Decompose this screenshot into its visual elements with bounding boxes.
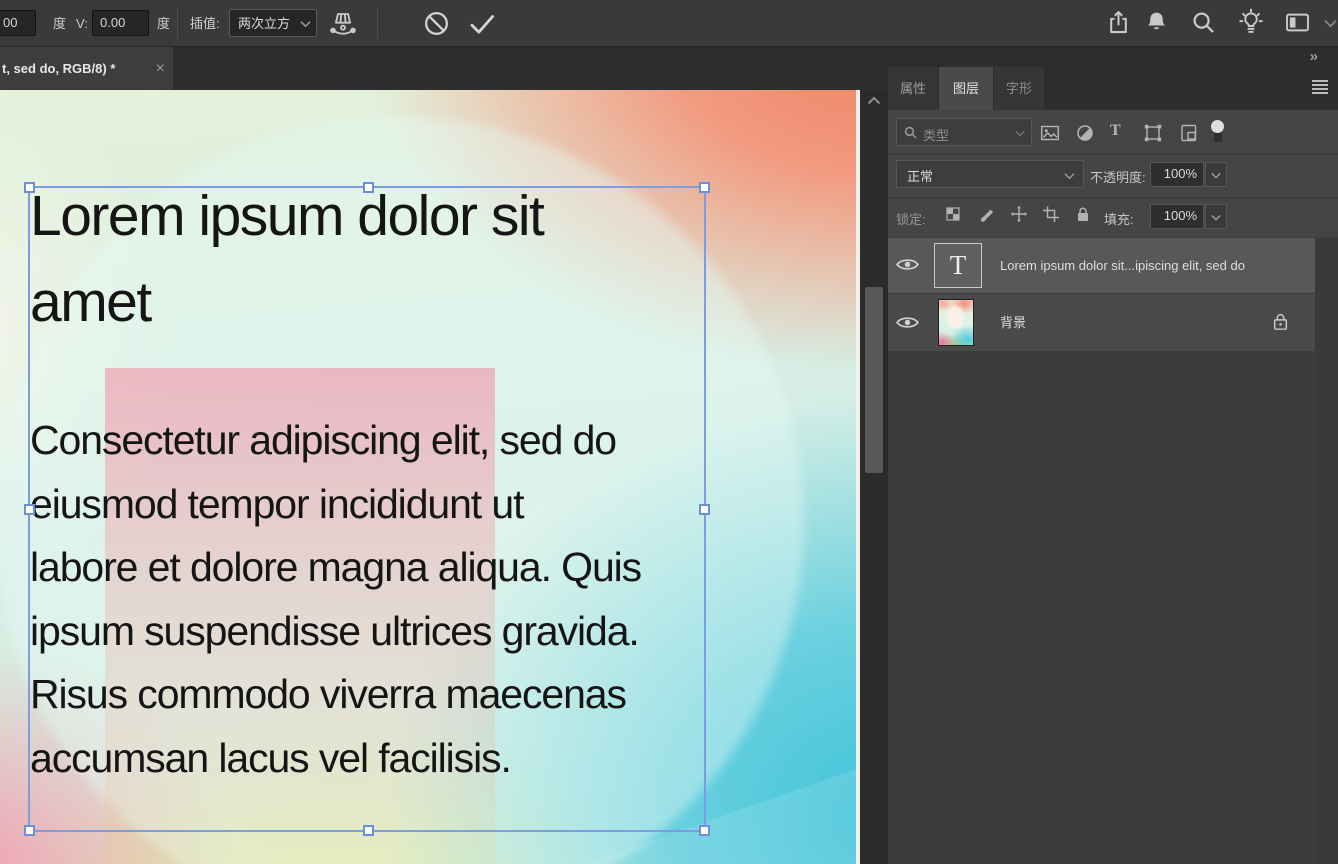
- scroll-up-icon[interactable]: [866, 95, 882, 106]
- options-separator: [177, 8, 178, 39]
- tab-glyphs[interactable]: 字形: [994, 67, 1044, 110]
- v-skew-label: V:: [76, 16, 88, 31]
- notifications-bell-icon[interactable]: [1143, 9, 1170, 36]
- warp-mode-icon[interactable]: [327, 8, 359, 40]
- lock-all-icon[interactable]: [1074, 205, 1092, 223]
- text-layer-thumbnail[interactable]: T: [934, 243, 982, 288]
- transform-handle-bottom-right[interactable]: [699, 825, 710, 836]
- panel-menu-icon[interactable]: [1312, 80, 1328, 96]
- canvas-area[interactable]: Lorem ipsum dolor sit amet Consectetur a…: [0, 90, 856, 864]
- lock-position-icon[interactable]: [1010, 205, 1028, 223]
- blend-mode-value: 正常: [907, 169, 934, 184]
- layers-controls: 类型 T 正常 不透明度: 100% 锁定: 填充: 100%: [888, 110, 1338, 237]
- chevron-down-icon: [1211, 172, 1221, 179]
- v-skew-value: 0.00: [100, 15, 126, 30]
- background-layer-thumbnail[interactable]: [938, 299, 974, 346]
- chevron-down-icon: [1015, 130, 1025, 137]
- workspace-switcher-icon[interactable]: [1283, 9, 1312, 36]
- chevron-down-icon: [1211, 214, 1221, 221]
- tab-label: 属性: [899, 81, 926, 96]
- chevron-down-icon[interactable]: [1324, 19, 1337, 28]
- layer-lock-icon: [1271, 311, 1290, 333]
- opacity-label: 不透明度:: [1090, 170, 1146, 185]
- tab-properties[interactable]: 属性: [888, 67, 938, 110]
- fill-label: 填充:: [1104, 212, 1134, 227]
- right-panel: » 属性 图层 字形 类型 T 正常 不透明度: 100% 锁定: 填充: 10…: [888, 47, 1338, 864]
- filter-type-layers-icon[interactable]: T: [1110, 122, 1121, 140]
- layers-panel: 类型 T 正常 不透明度: 100% 锁定: 填充: 100% T Lorem …: [888, 110, 1338, 864]
- interpolation-value: 两次立方: [238, 16, 291, 31]
- lock-image-pixels-icon[interactable]: [978, 205, 996, 223]
- lock-artboard-icon[interactable]: [1042, 205, 1060, 223]
- fill-value: 100%: [1163, 208, 1197, 223]
- share-icon[interactable]: [1105, 9, 1132, 36]
- cancel-transform-icon[interactable]: [423, 10, 450, 37]
- visibility-eye-icon[interactable]: [896, 315, 919, 330]
- layer-row-background[interactable]: 背景: [888, 294, 1315, 351]
- lock-label: 锁定:: [896, 212, 926, 227]
- transform-options-bar: 00 度 V: 0.00 度 插值: 两次立方: [0, 0, 1338, 47]
- interpolation-label: 插值:: [190, 16, 220, 31]
- filter-smart-objects-icon[interactable]: [1179, 123, 1199, 143]
- vertical-scrollbar-thumb[interactable]: [865, 287, 883, 473]
- transform-bounding-box: [24, 182, 710, 836]
- h-unit-label: 度: [53, 16, 67, 31]
- photoshop-window: 00 度 V: 0.00 度 插值: 两次立方 t, sed do, RGB/8…: [0, 0, 1338, 864]
- lock-transparent-pixels-icon[interactable]: [944, 205, 962, 223]
- layer-filter-search[interactable]: 类型: [896, 118, 1032, 146]
- h-skew-field[interactable]: 00: [0, 10, 36, 36]
- filter-pixel-layers-icon[interactable]: [1040, 123, 1060, 143]
- transform-handle-middle-right[interactable]: [699, 504, 710, 515]
- fill-dropdown-button[interactable]: [1205, 204, 1227, 229]
- transform-handle-middle-left[interactable]: [24, 504, 35, 515]
- visibility-eye-icon[interactable]: [896, 257, 919, 272]
- filter-toggle-switch[interactable]: [1211, 120, 1224, 143]
- blend-mode-dropdown[interactable]: 正常: [896, 160, 1084, 188]
- canvas-scrollbar: [856, 90, 888, 864]
- fill-field[interactable]: 100%: [1150, 204, 1204, 229]
- v-skew-field[interactable]: 0.00: [92, 10, 149, 36]
- transform-handle-top-left[interactable]: [24, 182, 35, 193]
- close-icon[interactable]: ×: [156, 47, 165, 90]
- tab-label: 字形: [1005, 81, 1032, 96]
- collapse-panels-icon[interactable]: »: [1310, 48, 1318, 65]
- document-title: t, sed do, RGB/8) *: [2, 61, 116, 76]
- search-icon: [903, 125, 918, 140]
- options-separator: [377, 8, 378, 39]
- interpolation-dropdown[interactable]: 两次立方: [229, 9, 317, 37]
- filter-adjustment-layers-icon[interactable]: [1075, 123, 1095, 143]
- v-unit-label: 度: [157, 16, 171, 31]
- commit-transform-icon[interactable]: [467, 9, 497, 39]
- canvas-edge: [856, 90, 860, 864]
- transform-handle-bottom-center[interactable]: [363, 825, 374, 836]
- discover-lightbulb-icon[interactable]: [1237, 8, 1265, 37]
- h-skew-value: 00: [3, 15, 18, 30]
- filter-shape-layers-icon[interactable]: [1143, 123, 1163, 143]
- transform-handle-bottom-left[interactable]: [24, 825, 35, 836]
- document-tab[interactable]: t, sed do, RGB/8) * ×: [0, 47, 173, 90]
- layer-name[interactable]: Lorem ipsum dolor sit...ipiscing elit, s…: [1000, 238, 1245, 293]
- opacity-dropdown-button[interactable]: [1205, 162, 1227, 187]
- opacity-value: 100%: [1163, 166, 1197, 181]
- layers-list-right-gutter: [1315, 238, 1338, 864]
- transform-handle-top-right[interactable]: [699, 182, 710, 193]
- transform-handle-top-center[interactable]: [363, 182, 374, 193]
- tab-label: 图层: [952, 81, 979, 96]
- search-placeholder: 类型: [923, 128, 950, 143]
- tab-layers[interactable]: 图层: [939, 67, 993, 110]
- search-icon[interactable]: [1190, 9, 1217, 36]
- chevron-down-icon: [300, 20, 311, 28]
- layer-row-text[interactable]: T Lorem ipsum dolor sit...ipiscing elit,…: [888, 238, 1315, 293]
- layer-name[interactable]: 背景: [1000, 294, 1026, 351]
- chevron-down-icon: [1064, 172, 1075, 180]
- opacity-field[interactable]: 100%: [1150, 162, 1204, 187]
